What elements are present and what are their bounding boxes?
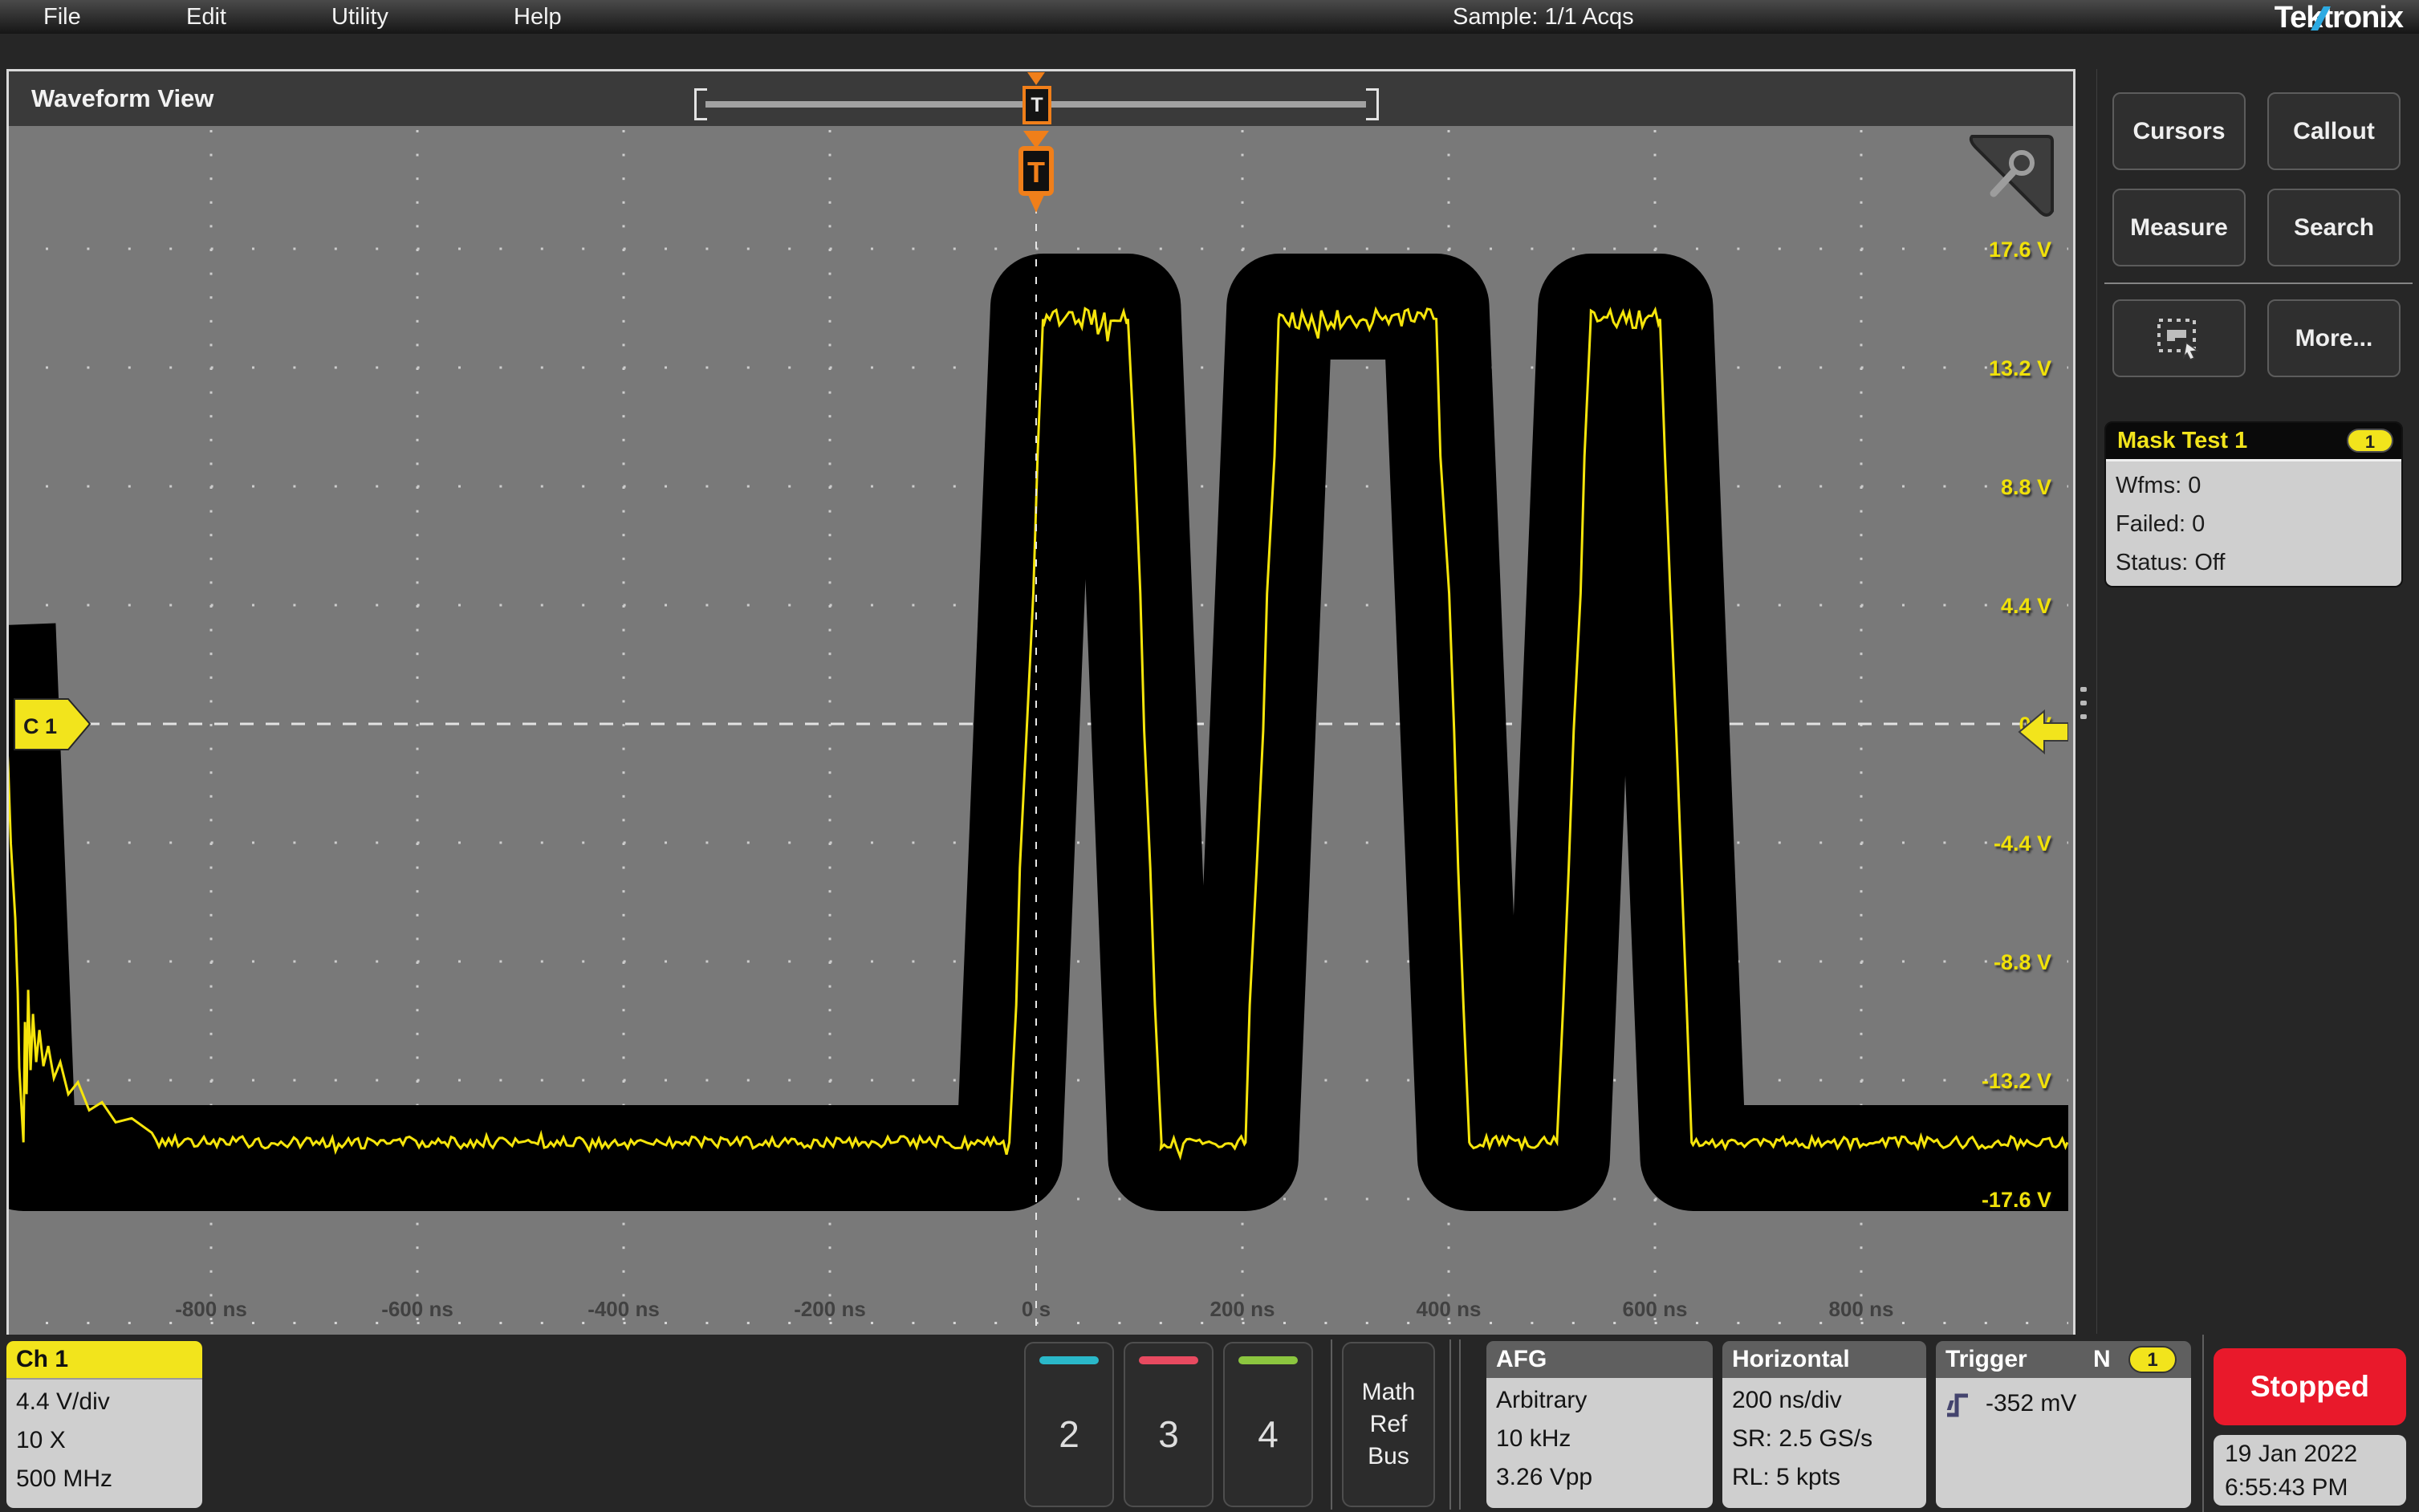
trigger-source-badge[interactable]: 1 <box>2128 1346 2177 1373</box>
channel-1-scale: 4.4 V/div <box>16 1383 202 1421</box>
channel-3-color-bar <box>1139 1356 1198 1364</box>
time-label: -600 ns <box>381 1297 453 1321</box>
pan-range-bracket-right[interactable] <box>1366 88 1379 120</box>
magnifier-icon[interactable] <box>1971 136 2052 215</box>
trigger-mode: N <box>2093 1341 2111 1378</box>
mask-failed-value: Failed: 0 <box>2116 505 2401 543</box>
channel-1-title: Ch 1 <box>6 1341 202 1380</box>
voltage-label: -13.2 V <box>1982 1069 2051 1093</box>
channel-1-badge[interactable]: Ch 1 4.4 V/div 10 X 500 MHz <box>6 1341 202 1508</box>
svg-text:T: T <box>1027 156 1045 189</box>
search-button[interactable]: Search <box>2267 189 2401 266</box>
mask-status-value: Status: Off <box>2116 543 2401 582</box>
menu-file[interactable]: File <box>43 0 81 34</box>
divider <box>2202 1335 2204 1512</box>
acquisition-status: Sample: 1/1 Acqs <box>1453 0 1634 34</box>
channel-ref-flag[interactable]: C 1 <box>14 699 90 750</box>
voltage-label: 17.6 V <box>1989 238 2051 262</box>
mask-test-body: Wfms: 0 Failed: 0 Status: Off <box>2106 459 2401 587</box>
afg-title: AFG <box>1486 1341 1713 1378</box>
horizontal-badge[interactable]: Horizontal 200 ns/div SR: 2.5 GS/s RL: 5… <box>1722 1341 1926 1508</box>
cursors-button[interactable]: Cursors <box>2112 92 2246 170</box>
time-label: 0 s <box>1022 1297 1051 1321</box>
menu-utility[interactable]: Utility <box>331 0 388 34</box>
bottom-bar: Ch 1 4.4 V/div 10 X 500 MHz 2 3 4 Math R… <box>0 1335 2419 1512</box>
voltage-label: -17.6 V <box>1982 1188 2051 1212</box>
time-label: -400 ns <box>587 1297 660 1321</box>
math-ref-bus-button[interactable]: Math Ref Bus <box>1342 1342 1435 1507</box>
divider <box>1459 1339 1461 1510</box>
time-label: 600 ns <box>1623 1297 1688 1321</box>
divider <box>1449 1339 1451 1510</box>
datetime-badge[interactable]: 19 Jan 2022 6:55:43 PM <box>2214 1435 2406 1506</box>
drag-handle-icon[interactable] <box>2080 687 2087 728</box>
voltage-label: -8.8 V <box>1994 950 2051 974</box>
trigger-title: Trigger N 1 <box>1936 1341 2191 1378</box>
divider <box>1331 1339 1332 1510</box>
time-label: 400 ns <box>1417 1297 1482 1321</box>
time-label: -800 ns <box>175 1297 247 1321</box>
svg-text:C 1: C 1 <box>23 714 57 738</box>
trigger-position-arrow-icon <box>1027 72 1045 85</box>
channel-3-button[interactable]: 3 <box>1124 1342 1214 1507</box>
time-label: 800 ns <box>1829 1297 1894 1321</box>
horizontal-title: Horizontal <box>1722 1341 1926 1378</box>
channel-1-probe: 10 X <box>16 1421 202 1460</box>
date-value: 19 Jan 2022 <box>2225 1437 2406 1471</box>
voltage-label: 4.4 V <box>2001 594 2051 618</box>
waveform-view-panel: Waveform View T 17.6 V 13.2 V 8.8 V 4.4 V 0 … <box>6 69 2075 1339</box>
afg-amplitude: 3.26 Vpp <box>1496 1458 1713 1497</box>
channel-2-button[interactable]: 2 <box>1024 1342 1114 1507</box>
mask-test-panel[interactable]: Mask Test 1 1 Wfms: 0 Failed: 0 Status: … <box>2104 421 2403 587</box>
trigger-badge[interactable]: Trigger N 1 -352 mV <box>1936 1341 2191 1508</box>
menu-bar: File Edit Utility Help Sample: 1/1 Acqs … <box>0 0 2419 34</box>
afg-type: Arbitrary <box>1496 1381 1713 1420</box>
measure-button[interactable]: Measure <box>2112 189 2246 266</box>
mask-test-header: Mask Test 1 1 <box>2106 423 2401 459</box>
right-panel-divider <box>2104 282 2413 284</box>
more-button[interactable]: More... <box>2267 299 2401 377</box>
mask-wfms-value: Wfms: 0 <box>2116 466 2401 505</box>
channel-2-color-bar <box>1039 1356 1099 1364</box>
channel-4-button[interactable]: 4 <box>1223 1342 1313 1507</box>
trigger-level-value: -352 mV <box>1986 1384 2076 1423</box>
channel-2-label: 2 <box>1026 1412 1112 1456</box>
voltage-label: 13.2 V <box>1989 356 2051 380</box>
horizontal-scale: 200 ns/div <box>1732 1381 1926 1420</box>
channel-4-label: 4 <box>1225 1412 1311 1456</box>
tektronix-logo: Tektronix <box>2275 1 2403 35</box>
edge-rising-icon <box>1944 1386 1981 1423</box>
run-stop-status-button[interactable]: Stopped <box>2214 1348 2406 1425</box>
graticule[interactable]: 17.6 V13.2 V8.8 V4.4 V0 V-4.4 V-8.8 V-13… <box>9 126 2068 1331</box>
time-value: 6:55:43 PM <box>2225 1471 2406 1505</box>
afg-badge[interactable]: AFG Arbitrary 10 kHz 3.26 Vpp <box>1486 1341 1713 1508</box>
voltage-label: -4.4 V <box>1994 831 2051 856</box>
screenshot-region-icon <box>2154 315 2204 362</box>
panel-divider <box>2096 69 2097 1334</box>
menu-help[interactable]: Help <box>514 0 562 34</box>
mask-test-count-badge[interactable]: 1 <box>2347 429 2393 453</box>
menu-edit[interactable]: Edit <box>186 0 226 34</box>
trigger-marker-icon[interactable]: T <box>1021 131 1051 213</box>
channel-4-color-bar <box>1238 1356 1298 1364</box>
time-label: -200 ns <box>794 1297 866 1321</box>
channel-1-bandwidth: 500 MHz <box>16 1460 202 1498</box>
afg-frequency: 10 kHz <box>1496 1420 1713 1458</box>
horizontal-record-length: RL: 5 kpts <box>1732 1458 1926 1497</box>
waveform-view-header: Waveform View T <box>9 71 2073 126</box>
voltage-label: 8.8 V <box>2001 475 2051 499</box>
waveform-view-title: Waveform View <box>31 71 213 126</box>
horizontal-sample-rate: SR: 2.5 GS/s <box>1732 1420 1926 1458</box>
callout-button[interactable]: Callout <box>2267 92 2401 170</box>
capture-region-button[interactable] <box>2112 299 2246 377</box>
trigger-position-marker[interactable]: T <box>1022 86 1051 124</box>
channel-3-label: 3 <box>1125 1412 1212 1456</box>
time-label: 200 ns <box>1210 1297 1275 1321</box>
